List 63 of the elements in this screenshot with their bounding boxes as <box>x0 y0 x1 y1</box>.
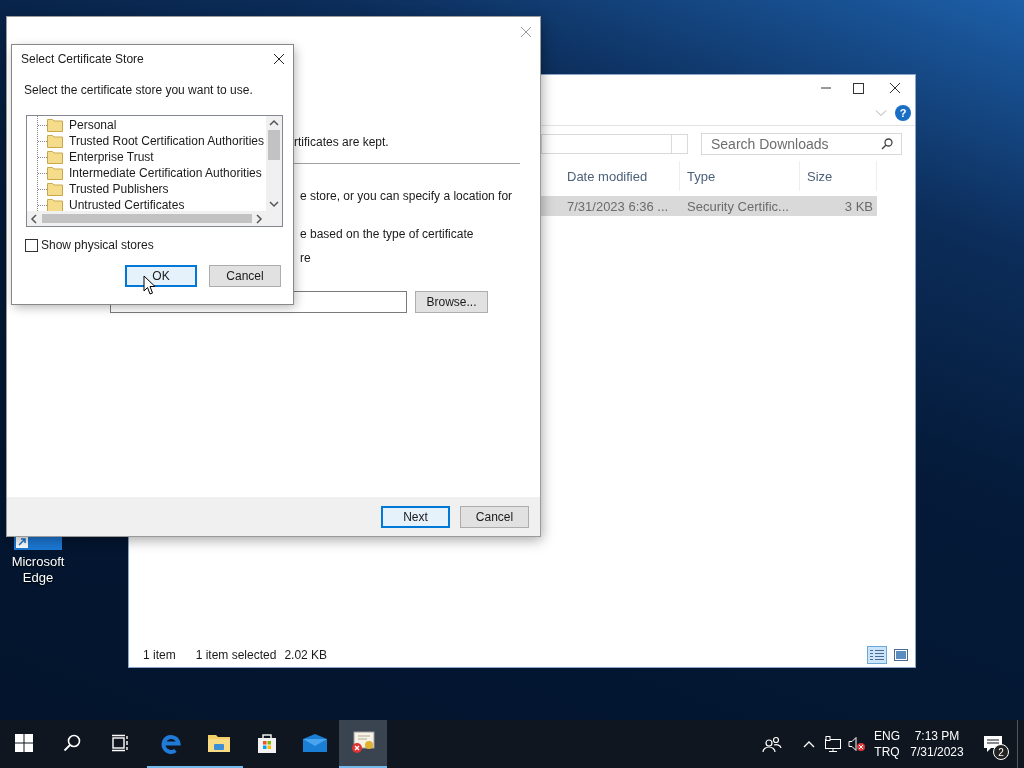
scroll-thumb[interactable] <box>41 214 252 223</box>
language-indicator[interactable]: ENG <box>874 728 900 744</box>
folder-icon <box>47 134 63 148</box>
tree-item[interactable]: Personal <box>69 118 117 132</box>
tree-item[interactable]: Trusted Publishers <box>69 182 169 196</box>
search-field[interactable]: Search Downloads <box>701 133 902 155</box>
folder-icon <box>47 118 63 132</box>
close-icon[interactable] <box>273 53 285 65</box>
cancel-button[interactable]: Cancel <box>209 265 281 287</box>
certificate-icon <box>350 731 376 755</box>
folder-icon <box>207 733 231 753</box>
clock-time[interactable]: 7:13 PM <box>914 728 960 744</box>
store-tree[interactable]: Personal Trusted Root Certification Authorities Enterprise Trust Intermediate Certification Authorities Trusted Publishers Untrusted Certificates <box>26 115 283 227</box>
next-button[interactable]: Next <box>381 505 450 528</box>
checkbox[interactable] <box>25 238 38 252</box>
table-cell-text: Security Certific... <box>686 198 790 214</box>
column-header[interactable]: Date modified <box>560 161 680 191</box>
notification-badge: 2 <box>993 744 1009 760</box>
clock-date[interactable]: 7/31/2023 <box>910 744 964 760</box>
checkbox-label[interactable]: Show physical stores <box>41 238 154 252</box>
file-row[interactable]: 7/31/2023 6:36 ... Security Certific... 3 KB <box>540 196 877 216</box>
table-cell-text: 3 KB <box>843 198 874 214</box>
dialog-prompt: Select the certificate store you want to use. <box>24 83 254 97</box>
selection-size: 2.02 KB <box>284 647 328 662</box>
taskbar-button[interactable] <box>339 720 387 768</box>
tree-item[interactable]: Enterprise Trust <box>69 150 154 164</box>
details-view-icon <box>870 648 884 661</box>
tree-item[interactable]: Intermediate Certification Authorities <box>69 166 262 180</box>
column-header[interactable]: Size <box>800 161 877 191</box>
language-indicator[interactable]: TRQ <box>874 744 900 760</box>
store-bag-icon <box>256 732 278 754</box>
volume-icon[interactable] <box>848 736 866 752</box>
large-icons-view-icon <box>894 648 908 661</box>
search-icon <box>63 734 81 752</box>
help-button[interactable]: ? <box>895 105 911 121</box>
view-button[interactable] <box>867 645 887 664</box>
network-icon[interactable] <box>824 736 842 752</box>
task-view-icon <box>111 734 129 752</box>
wizard-text: e store, or you can specify a location for <box>300 188 514 204</box>
folder-icon <box>47 150 63 164</box>
table-cell-text: 7/31/2023 6:36 ... <box>566 198 670 214</box>
envelope-icon <box>302 733 328 753</box>
item-count: 1 item <box>143 647 176 662</box>
windows-logo-icon <box>15 734 33 752</box>
folder-icon <box>47 166 63 180</box>
tree-item[interactable]: Untrusted Certificates <box>69 198 185 211</box>
column-header[interactable]: Type <box>680 161 800 191</box>
app-shortcut-icon[interactable] <box>14 537 62 550</box>
folder-icon <box>47 182 63 196</box>
wizard-text: rtificates are kept. <box>294 134 390 150</box>
radio-label: re <box>300 250 312 266</box>
scroll-thumb[interactable] <box>268 130 280 160</box>
tree-item[interactable]: Trusted Root Certification Authorities <box>69 134 264 148</box>
desktop-icon-label[interactable]: Microsoft Edge <box>3 554 73 586</box>
browse-button[interactable]: Browse... <box>415 291 488 313</box>
wizard-text: e based on the type of certificate <box>300 226 475 242</box>
ok-button[interactable]: OK <box>125 265 197 287</box>
dialog-title: Select Certificate Store <box>21 52 144 66</box>
search-icon <box>881 138 893 150</box>
chevron-up-icon[interactable] <box>803 740 815 748</box>
selection-info: 1 item selected <box>195 647 277 662</box>
edge-icon <box>160 732 182 754</box>
cancel-button[interactable]: Cancel <box>460 505 529 528</box>
